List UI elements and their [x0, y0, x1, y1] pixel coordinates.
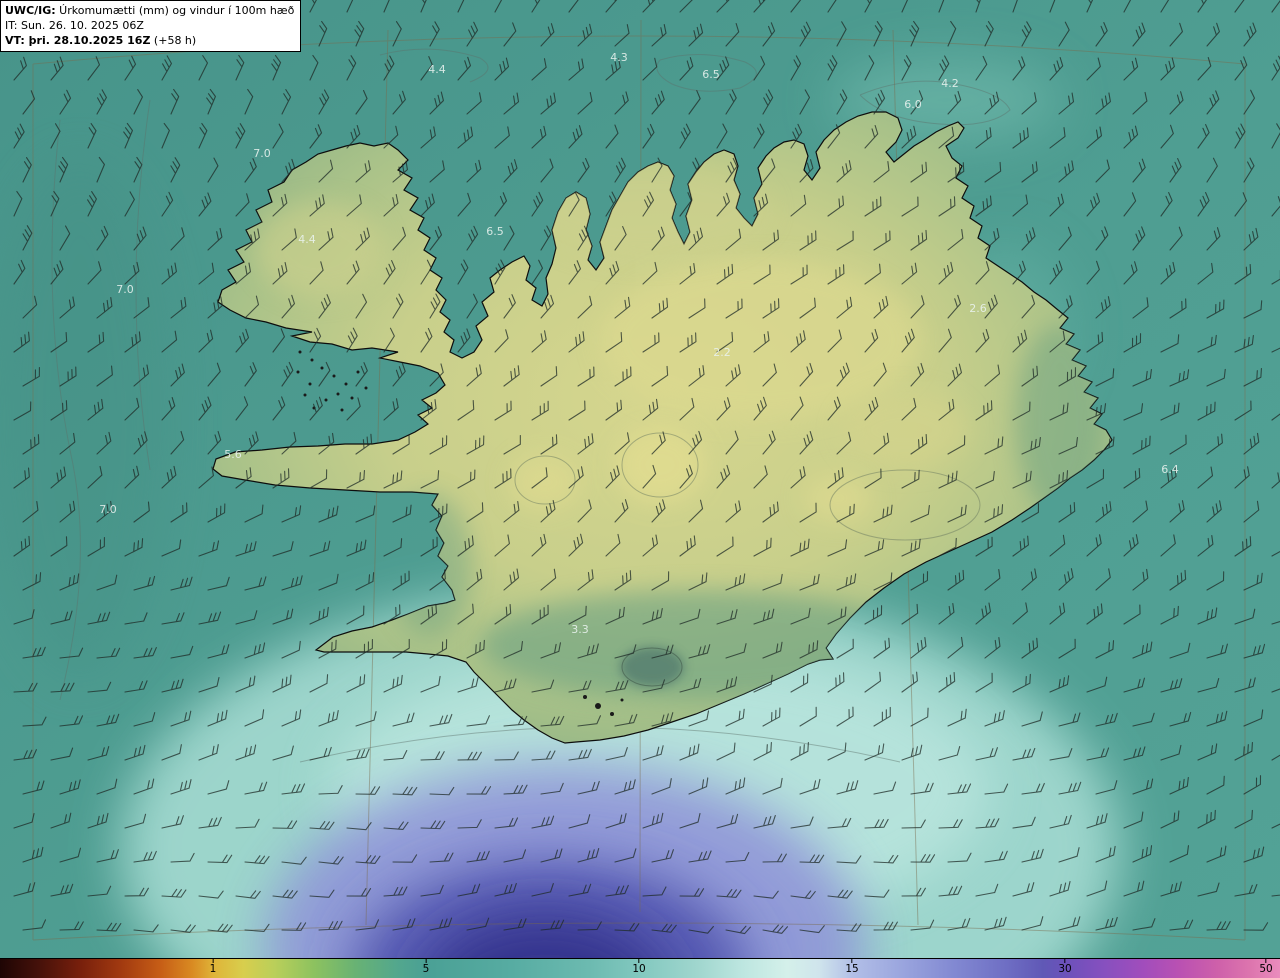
contour-value-label: 6.5 — [702, 68, 720, 81]
init-value: Sun. 26. 10. 2025 06Z — [17, 19, 144, 32]
contour-value-label: 4.4 — [428, 63, 446, 76]
weather-map-viewport: 4.4 4.3 6.5 4.2 6.0 7.0 4.4 6.5 7.0 2.6 2.2 5.6 6.4 7… — [0, 0, 1280, 978]
contour-value-label: 5.6 — [224, 448, 242, 461]
product-title: Úrkomumætti (mm) og vindur í 100m hæð — [55, 4, 295, 17]
map-title-box: UWC/IG: Úrkomumætti (mm) og vindur í 100… — [0, 0, 302, 52]
title-line-valid: VT: þri. 28.10.2025 16Z (+58 h) — [5, 33, 294, 48]
weather-map: 4.4 4.3 6.5 4.2 6.0 7.0 4.4 6.5 7.0 2.6 2.2 5.6 6.4 7… — [0, 0, 1280, 958]
contour-value-label: 4.3 — [610, 51, 628, 64]
init-label: IT: — [5, 19, 18, 32]
colorbar-gradient — [0, 959, 1280, 978]
valid-offset: (+58 h) — [150, 34, 197, 47]
contour-value-label: 6.0 — [904, 98, 922, 111]
contour-value-label: 3.3 — [571, 623, 589, 636]
title-line-init: IT: Sun. 26. 10. 2025 06Z — [5, 18, 294, 33]
model-label: UWC/IG: — [5, 4, 56, 17]
precipitation-colorbar: 1 5 10 15 30 50 — [0, 958, 1280, 978]
contour-value-label: 6.5 — [486, 225, 504, 238]
valid-label: VT: — [5, 34, 25, 47]
valid-value: þri. 28.10.2025 16Z — [24, 34, 151, 47]
contour-value-label: 2.2 — [713, 346, 731, 359]
title-line-model: UWC/IG: Úrkomumætti (mm) og vindur í 100… — [5, 3, 294, 18]
contour-value-label: 6.4 — [1161, 463, 1179, 476]
contour-value-label: 4.2 — [941, 77, 959, 90]
contour-value-label: 7.0 — [253, 147, 271, 160]
contour-value-label: 4.4 — [298, 233, 316, 246]
contour-value-label: 7.0 — [99, 503, 117, 516]
contour-value-label: 2.6 — [969, 302, 987, 315]
contour-value-label: 7.0 — [116, 283, 134, 296]
